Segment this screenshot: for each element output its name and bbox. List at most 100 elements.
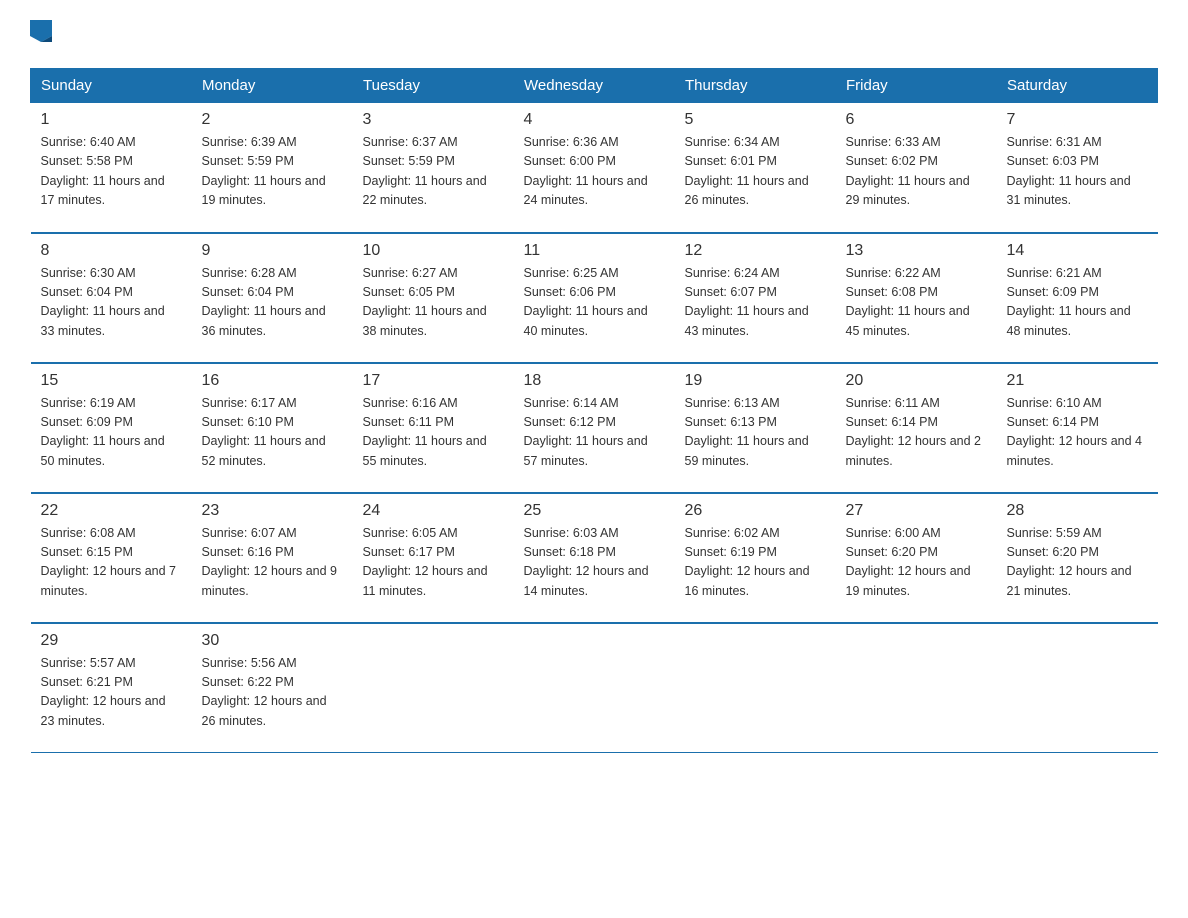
day-number: 27	[846, 502, 987, 520]
calendar-cell: 3 Sunrise: 6:37 AM Sunset: 5:59 PM Dayli…	[353, 103, 514, 233]
calendar-cell	[353, 623, 514, 753]
day-number: 29	[41, 632, 182, 650]
calendar-cell: 20 Sunrise: 6:11 AM Sunset: 6:14 PM Dayl…	[836, 363, 997, 493]
header-sunday: Sunday	[31, 69, 192, 103]
calendar-cell: 15 Sunrise: 6:19 AM Sunset: 6:09 PM Dayl…	[31, 363, 192, 493]
day-info: Sunrise: 5:56 AM Sunset: 6:22 PM Dayligh…	[202, 654, 343, 732]
calendar-cell: 5 Sunrise: 6:34 AM Sunset: 6:01 PM Dayli…	[675, 103, 836, 233]
day-number: 6	[846, 111, 987, 129]
day-number: 7	[1007, 111, 1148, 129]
calendar-cell: 18 Sunrise: 6:14 AM Sunset: 6:12 PM Dayl…	[514, 363, 675, 493]
week-row-5: 29 Sunrise: 5:57 AM Sunset: 6:21 PM Dayl…	[31, 623, 1158, 753]
day-info: Sunrise: 6:03 AM Sunset: 6:18 PM Dayligh…	[524, 524, 665, 602]
day-number: 30	[202, 632, 343, 650]
day-number: 13	[846, 242, 987, 260]
day-number: 5	[685, 111, 826, 129]
day-info: Sunrise: 6:17 AM Sunset: 6:10 PM Dayligh…	[202, 394, 343, 472]
day-info: Sunrise: 6:10 AM Sunset: 6:14 PM Dayligh…	[1007, 394, 1148, 472]
day-number: 26	[685, 502, 826, 520]
header-thursday: Thursday	[675, 69, 836, 103]
calendar-cell	[514, 623, 675, 753]
day-number: 23	[202, 502, 343, 520]
calendar-cell: 12 Sunrise: 6:24 AM Sunset: 6:07 PM Dayl…	[675, 233, 836, 363]
day-info: Sunrise: 6:28 AM Sunset: 6:04 PM Dayligh…	[202, 264, 343, 342]
header-row: SundayMondayTuesdayWednesdayThursdayFrid…	[31, 69, 1158, 103]
day-number: 12	[685, 242, 826, 260]
day-info: Sunrise: 6:19 AM Sunset: 6:09 PM Dayligh…	[41, 394, 182, 472]
logo	[30, 20, 52, 48]
calendar-cell	[836, 623, 997, 753]
calendar-cell: 9 Sunrise: 6:28 AM Sunset: 6:04 PM Dayli…	[192, 233, 353, 363]
day-info: Sunrise: 6:00 AM Sunset: 6:20 PM Dayligh…	[846, 524, 987, 602]
week-row-1: 1 Sunrise: 6:40 AM Sunset: 5:58 PM Dayli…	[31, 103, 1158, 233]
day-info: Sunrise: 6:08 AM Sunset: 6:15 PM Dayligh…	[41, 524, 182, 602]
day-number: 3	[363, 111, 504, 129]
day-info: Sunrise: 6:25 AM Sunset: 6:06 PM Dayligh…	[524, 264, 665, 342]
calendar-cell: 11 Sunrise: 6:25 AM Sunset: 6:06 PM Dayl…	[514, 233, 675, 363]
day-info: Sunrise: 5:57 AM Sunset: 6:21 PM Dayligh…	[41, 654, 182, 732]
header-monday: Monday	[192, 69, 353, 103]
week-row-3: 15 Sunrise: 6:19 AM Sunset: 6:09 PM Dayl…	[31, 363, 1158, 493]
calendar-cell	[997, 623, 1158, 753]
calendar-cell: 8 Sunrise: 6:30 AM Sunset: 6:04 PM Dayli…	[31, 233, 192, 363]
day-info: Sunrise: 6:33 AM Sunset: 6:02 PM Dayligh…	[846, 133, 987, 211]
day-info: Sunrise: 6:02 AM Sunset: 6:19 PM Dayligh…	[685, 524, 826, 602]
header-friday: Friday	[836, 69, 997, 103]
day-number: 11	[524, 242, 665, 260]
day-info: Sunrise: 6:24 AM Sunset: 6:07 PM Dayligh…	[685, 264, 826, 342]
calendar-cell: 29 Sunrise: 5:57 AM Sunset: 6:21 PM Dayl…	[31, 623, 192, 753]
calendar-cell: 17 Sunrise: 6:16 AM Sunset: 6:11 PM Dayl…	[353, 363, 514, 493]
day-info: Sunrise: 6:30 AM Sunset: 6:04 PM Dayligh…	[41, 264, 182, 342]
day-info: Sunrise: 6:39 AM Sunset: 5:59 PM Dayligh…	[202, 133, 343, 211]
day-info: Sunrise: 6:13 AM Sunset: 6:13 PM Dayligh…	[685, 394, 826, 472]
calendar-cell: 19 Sunrise: 6:13 AM Sunset: 6:13 PM Dayl…	[675, 363, 836, 493]
day-info: Sunrise: 6:05 AM Sunset: 6:17 PM Dayligh…	[363, 524, 504, 602]
day-number: 10	[363, 242, 504, 260]
day-number: 16	[202, 372, 343, 390]
day-info: Sunrise: 6:21 AM Sunset: 6:09 PM Dayligh…	[1007, 264, 1148, 342]
calendar-cell: 6 Sunrise: 6:33 AM Sunset: 6:02 PM Dayli…	[836, 103, 997, 233]
week-row-4: 22 Sunrise: 6:08 AM Sunset: 6:15 PM Dayl…	[31, 493, 1158, 623]
day-info: Sunrise: 6:37 AM Sunset: 5:59 PM Dayligh…	[363, 133, 504, 211]
day-info: Sunrise: 6:16 AM Sunset: 6:11 PM Dayligh…	[363, 394, 504, 472]
calendar-cell: 4 Sunrise: 6:36 AM Sunset: 6:00 PM Dayli…	[514, 103, 675, 233]
calendar-cell: 24 Sunrise: 6:05 AM Sunset: 6:17 PM Dayl…	[353, 493, 514, 623]
calendar-cell: 2 Sunrise: 6:39 AM Sunset: 5:59 PM Dayli…	[192, 103, 353, 233]
calendar-table: SundayMondayTuesdayWednesdayThursdayFrid…	[30, 68, 1158, 753]
calendar-cell: 7 Sunrise: 6:31 AM Sunset: 6:03 PM Dayli…	[997, 103, 1158, 233]
day-info: Sunrise: 6:14 AM Sunset: 6:12 PM Dayligh…	[524, 394, 665, 472]
logo-text	[30, 20, 52, 48]
day-number: 17	[363, 372, 504, 390]
calendar-cell: 13 Sunrise: 6:22 AM Sunset: 6:08 PM Dayl…	[836, 233, 997, 363]
day-number: 15	[41, 372, 182, 390]
calendar-cell: 1 Sunrise: 6:40 AM Sunset: 5:58 PM Dayli…	[31, 103, 192, 233]
day-info: Sunrise: 6:40 AM Sunset: 5:58 PM Dayligh…	[41, 133, 182, 211]
day-number: 18	[524, 372, 665, 390]
day-info: Sunrise: 6:07 AM Sunset: 6:16 PM Dayligh…	[202, 524, 343, 602]
day-number: 9	[202, 242, 343, 260]
calendar-cell: 25 Sunrise: 6:03 AM Sunset: 6:18 PM Dayl…	[514, 493, 675, 623]
day-number: 2	[202, 111, 343, 129]
day-number: 20	[846, 372, 987, 390]
calendar-cell: 10 Sunrise: 6:27 AM Sunset: 6:05 PM Dayl…	[353, 233, 514, 363]
day-info: Sunrise: 6:22 AM Sunset: 6:08 PM Dayligh…	[846, 264, 987, 342]
calendar-cell: 16 Sunrise: 6:17 AM Sunset: 6:10 PM Dayl…	[192, 363, 353, 493]
week-row-2: 8 Sunrise: 6:30 AM Sunset: 6:04 PM Dayli…	[31, 233, 1158, 363]
calendar-cell: 27 Sunrise: 6:00 AM Sunset: 6:20 PM Dayl…	[836, 493, 997, 623]
calendar-cell: 22 Sunrise: 6:08 AM Sunset: 6:15 PM Dayl…	[31, 493, 192, 623]
day-number: 8	[41, 242, 182, 260]
day-info: Sunrise: 5:59 AM Sunset: 6:20 PM Dayligh…	[1007, 524, 1148, 602]
day-number: 22	[41, 502, 182, 520]
calendar-cell: 26 Sunrise: 6:02 AM Sunset: 6:19 PM Dayl…	[675, 493, 836, 623]
day-info: Sunrise: 6:31 AM Sunset: 6:03 PM Dayligh…	[1007, 133, 1148, 211]
calendar-cell: 23 Sunrise: 6:07 AM Sunset: 6:16 PM Dayl…	[192, 493, 353, 623]
day-number: 24	[363, 502, 504, 520]
day-info: Sunrise: 6:34 AM Sunset: 6:01 PM Dayligh…	[685, 133, 826, 211]
calendar-cell: 21 Sunrise: 6:10 AM Sunset: 6:14 PM Dayl…	[997, 363, 1158, 493]
day-number: 19	[685, 372, 826, 390]
calendar-cell: 30 Sunrise: 5:56 AM Sunset: 6:22 PM Dayl…	[192, 623, 353, 753]
day-info: Sunrise: 6:11 AM Sunset: 6:14 PM Dayligh…	[846, 394, 987, 472]
calendar-cell	[675, 623, 836, 753]
header-tuesday: Tuesday	[353, 69, 514, 103]
header-saturday: Saturday	[997, 69, 1158, 103]
